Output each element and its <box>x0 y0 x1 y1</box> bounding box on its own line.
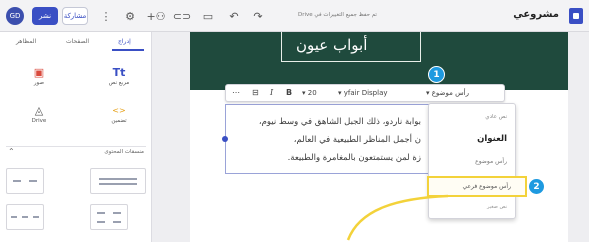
body-line: زة لمن يستمتعون بالمغامرة والطبيعة. <box>287 153 421 163</box>
top-toolbar: GD نشر مشاركة ⋮ ⚙ +⚇ ⊂⊃ ▭ ↶ ↷ تم حفظ جمي… <box>0 0 589 32</box>
embed-icon: <> <box>112 106 126 115</box>
share-button[interactable]: مشاركة <box>62 7 88 25</box>
preview-icon[interactable]: ▭ <box>200 8 216 24</box>
link-icon[interactable]: ⊂⊃ <box>173 8 191 24</box>
settings-icon[interactable]: ⚙ <box>122 8 138 24</box>
layout-thumbnail[interactable] <box>90 204 128 230</box>
panel-divider <box>6 146 146 147</box>
section-title: منسقات المحتوى <box>104 149 144 155</box>
text-style-select[interactable]: ▾ رأس موضوع <box>426 89 469 97</box>
publish-button[interactable]: نشر <box>32 7 58 25</box>
bold-button[interactable]: B <box>286 88 292 97</box>
dropdown-option[interactable]: نص صغير <box>487 204 507 210</box>
text-box[interactable]: بوابة ناردو، ذلك الجبل الشاهق في وسط نيو… <box>225 104 430 174</box>
insert-drive[interactable]: ◬ Drive <box>14 104 64 132</box>
more-options-icon[interactable]: ⋯ <box>232 88 240 97</box>
add-person-icon[interactable]: +⚇ <box>146 8 165 24</box>
layout-thumbnail[interactable] <box>6 168 44 194</box>
more-vert-icon[interactable]: ⋮ <box>98 8 114 24</box>
content-blocks-header[interactable]: منسقات المحتوى ⌃ <box>6 147 146 159</box>
chevron-up-icon: ⌃ <box>8 147 15 156</box>
project-title[interactable]: مشروعي <box>513 9 559 20</box>
banner-heading[interactable]: أبواب عيون <box>296 36 367 54</box>
font-size-select[interactable]: ▾ 20 <box>302 89 317 97</box>
tab-pages[interactable]: الصفحات <box>66 38 89 45</box>
tab-themes[interactable]: المظاهر <box>16 38 36 45</box>
body-line: ن أجمل المناظر الطبيعية في العالم، <box>293 135 421 145</box>
active-tab-indicator <box>112 49 144 51</box>
text-box-icon: Tt <box>112 66 126 79</box>
drive-icon: ◬ <box>34 104 44 117</box>
layout-thumbnail[interactable] <box>90 168 146 194</box>
sites-logo-icon <box>569 8 583 24</box>
tab-insert[interactable]: إدراج <box>118 38 131 45</box>
link-format-icon[interactable]: ⊟ <box>252 88 259 97</box>
account-avatar[interactable]: GD <box>6 7 24 25</box>
body-line: بوابة ناردو، ذلك الجبل الشاهق في وسط نيو… <box>258 117 421 127</box>
dropdown-option[interactable]: رأس موضوع <box>475 158 507 165</box>
dropdown-option[interactable]: نص عادي <box>485 114 507 120</box>
dropdown-option[interactable]: العنوان <box>477 134 507 144</box>
image-icon: ▣ <box>33 66 45 79</box>
step-callout-badge: 2 <box>528 178 545 195</box>
redo-icon[interactable]: ↷ <box>250 8 266 24</box>
right-panel: إدراج الصفحات المظاهر Tt مربع نص ▣ صور <… <box>0 32 152 242</box>
callout-pointer-line <box>346 194 449 241</box>
step-callout-badge: 1 <box>428 66 445 83</box>
font-family-select[interactable]: ▾ yfair Display <box>338 89 388 97</box>
insert-embed[interactable]: <> تضمين <box>94 104 144 132</box>
layout-thumbnail[interactable] <box>6 204 44 230</box>
italic-button[interactable]: I <box>270 88 273 97</box>
undo-icon[interactable]: ↶ <box>226 8 242 24</box>
text-format-toolbar: ⋯ ⊟ I B ▾ 20 ▾ yfair Display ▾ رأس موضوع <box>225 84 505 102</box>
insert-images[interactable]: ▣ صور <box>14 66 64 94</box>
insert-text-box[interactable]: Tt مربع نص <box>94 66 144 94</box>
autosave-status: تم حفظ جميع التغييرات في Drive <box>298 12 377 18</box>
resize-handle[interactable] <box>222 136 228 142</box>
